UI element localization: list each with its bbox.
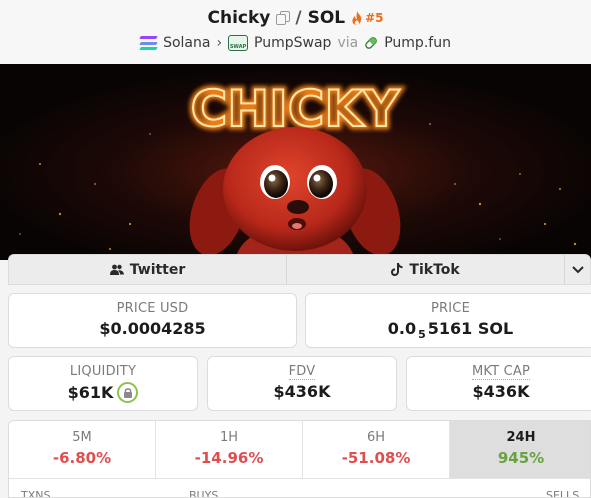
price-prefix: 0.0 (387, 319, 417, 338)
tiktok-link[interactable]: TikTok (287, 255, 566, 284)
price-native-value: 0.0 5 5161 SOL (306, 319, 591, 341)
price-usd-label: PRICE USD (116, 301, 189, 316)
timeframe-5m[interactable]: 5M -6.80% (9, 421, 156, 478)
tiktok-label: TikTok (409, 261, 460, 278)
quote-token: SOL (307, 8, 346, 28)
price-native-label: PRICE (431, 301, 470, 316)
twitter-link[interactable]: Twitter (9, 255, 288, 284)
copy-icon[interactable] (276, 11, 291, 25)
liquidity-label: LIQUIDITY (69, 364, 137, 379)
price-usd-value: $0.0004285 (99, 319, 206, 338)
timeframe-6h[interactable]: 6H -51.08% (303, 421, 450, 478)
timeframe-1h[interactable]: 1H -14.96% (156, 421, 303, 478)
breadcrumb: Solana › SWAP PumpSwap via Pump.fun (0, 33, 591, 53)
lock-icon[interactable] (117, 382, 139, 403)
txns-label: TXNS (21, 489, 51, 498)
solana-icon (139, 36, 158, 50)
buys-label: BUYS (189, 489, 219, 498)
social-links-bar: Twitter TikTok (8, 254, 591, 285)
liquidity-value: $61K (67, 383, 114, 402)
chevron-down-icon (571, 265, 584, 273)
price-usd-card: PRICE USD $0.0004285 (8, 293, 297, 348)
timeframe-label: 5M (72, 430, 92, 445)
fdv-card: FDV $436K (207, 356, 397, 411)
pair-header: Chicky / SOL #5 Solana › SWAP PumpSwap v… (0, 0, 591, 64)
price-native-card: PRICE 0.0 5 5161 SOL (305, 293, 591, 348)
token-name[interactable]: Chicky (207, 8, 270, 28)
pair-title: Chicky / SOL #5 (0, 7, 591, 29)
timeframe-selector: 5M -6.80% 1H -14.96% 6H -51.08% 24H 945%… (8, 420, 591, 498)
txns-header-row: TXNS BUYS SELLS (9, 478, 590, 498)
timeframe-label: 6H (366, 430, 386, 445)
token-banner: CHICKY CHICKY (0, 64, 591, 260)
price-zero-count: 5 (418, 328, 426, 341)
twitter-label: Twitter (129, 261, 186, 278)
timeframe-change: -51.08% (341, 449, 411, 467)
timeframe-change: 945% (497, 449, 545, 467)
tiktok-icon (391, 263, 403, 276)
pair-separator: / (295, 8, 302, 28)
market-cap-label[interactable]: MKT CAP (471, 364, 530, 380)
market-cap-card: MKT CAP $436K (406, 356, 591, 411)
pill-icon (365, 37, 378, 49)
liquidity-card: LIQUIDITY $61K (8, 356, 198, 411)
market-cap-value: $436K (472, 382, 530, 401)
trending-rank-badge[interactable]: #5 (351, 11, 384, 25)
timeframe-24h[interactable]: 24H 945% (450, 421, 590, 478)
flame-icon (352, 11, 362, 25)
rank-text: #5 (365, 11, 384, 25)
fdv-label[interactable]: FDV (288, 364, 316, 380)
dex-link[interactable]: PumpSwap (254, 35, 331, 51)
timeframe-change: -6.80% (52, 449, 112, 467)
launchpad-link[interactable]: Pump.fun (384, 35, 451, 51)
fdv-value: $436K (273, 382, 331, 401)
chain-link[interactable]: Solana (163, 35, 210, 51)
sells-label: SELLS (546, 489, 580, 498)
via-label: via (337, 35, 359, 51)
users-icon (109, 264, 124, 275)
timeframe-label: 1H (219, 430, 239, 445)
timeframe-label: 24H (506, 430, 536, 445)
liquidity-value-row: $61K (9, 382, 197, 403)
banner-image: CHICKY CHICKY (0, 64, 591, 260)
more-socials-toggle[interactable] (565, 255, 590, 284)
price-suffix: 5161 SOL (427, 319, 514, 338)
timeframe-change: -14.96% (194, 449, 264, 467)
pumpswap-icon: SWAP (228, 35, 249, 51)
chevron-right-icon: › (216, 35, 223, 51)
